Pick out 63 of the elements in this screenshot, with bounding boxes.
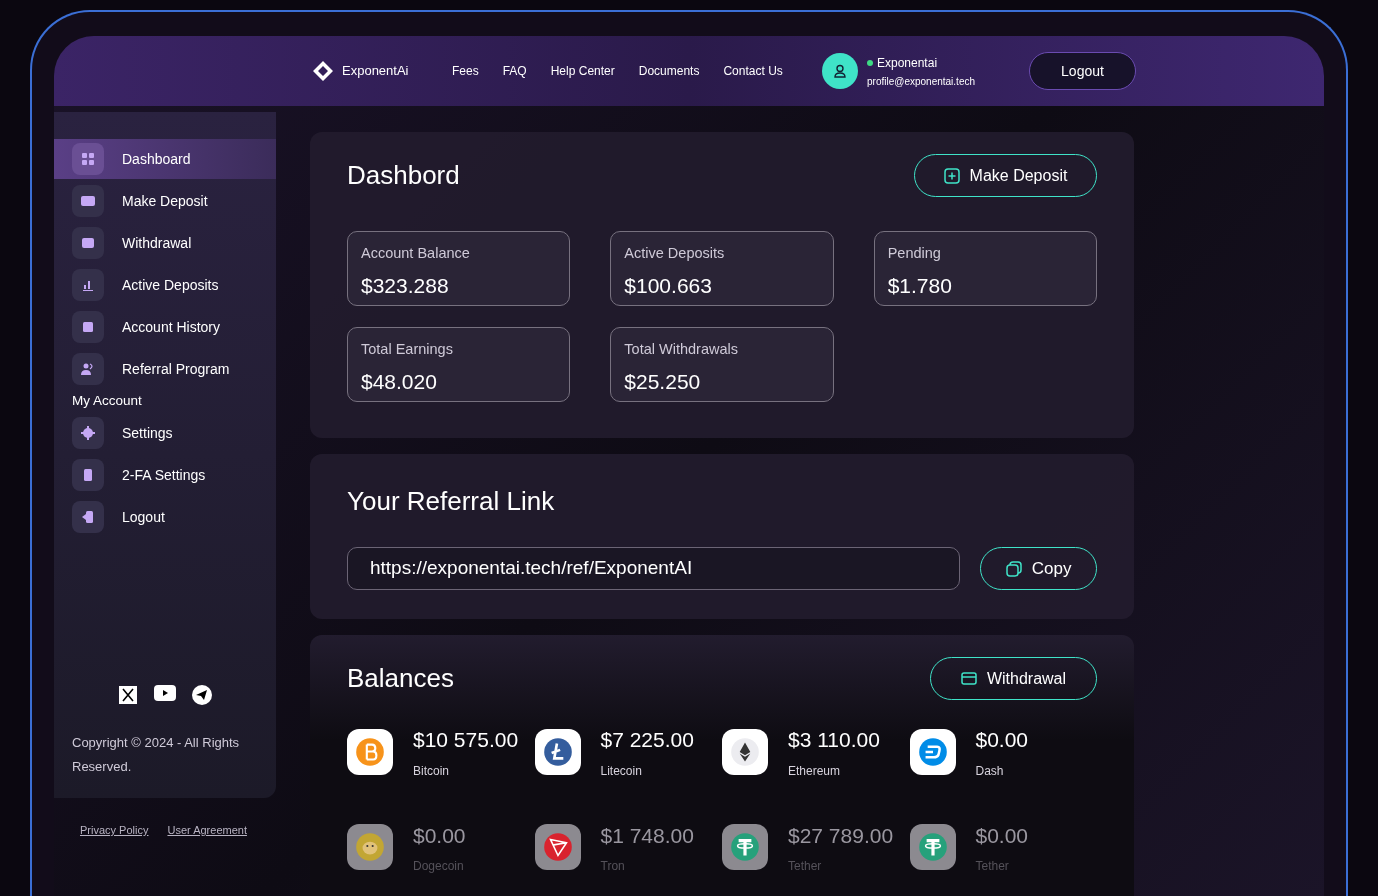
coin-amount: $7 225.00 [600,727,694,753]
sidebar-item[interactable]: Account History [54,307,276,347]
copyright-text: Copyright © 2024 - All Rights Reserved. [71,734,241,777]
card-title: Balances [347,662,454,695]
stat-value: $48.020 [361,368,438,395]
referral-link-field[interactable]: https://exponentai.tech/ref/ExponentAI [347,547,961,590]
stat-label: Total Withdrawals [624,340,739,359]
card-title: Your Referral Link [347,485,556,518]
nav-link[interactable]: Fees [452,62,479,80]
sidebar-item[interactable]: Active Deposits [54,265,276,305]
coin-amount: $3 110.00 [788,727,880,753]
logo-icon [312,60,334,82]
footer-link[interactable]: Privacy Policy [80,822,149,839]
footer-link[interactable]: User Agreement [167,822,247,839]
stat-label: Pending [887,244,942,263]
coin-name: Dash [975,762,1005,780]
stat-value: $1.780 [887,272,953,299]
coin-amount: $27 789.00 [788,822,894,849]
coin-name: Tron [600,858,626,875]
sidebar-item[interactable]: 2-FA Settings [54,455,276,496]
brand-name: ExponentAi [342,62,409,81]
sidebar-item[interactable]: Logout [54,497,276,538]
nav-link[interactable]: Help Center [550,62,615,80]
logout-button[interactable]: Logout [1029,52,1136,90]
send-icon[interactable] [192,685,212,706]
exit-icon [80,509,96,526]
coin-amount: $1 748.00 [600,822,694,849]
section-heading: My Account [71,392,143,410]
stat-label: Total Earnings [361,340,454,359]
card-title: Dashbord [347,159,460,192]
plus-square-icon [943,167,960,184]
sidebar-item[interactable]: Settings [54,413,276,454]
sidebar-item[interactable]: Dashboard [54,139,276,179]
coin-amount: $0.00 [975,727,1029,753]
grid-icon [80,151,96,167]
sidebar-item[interactable]: Make Deposit [54,181,276,221]
coin-amount: $0.00 [413,822,466,849]
coin-name: Tether [975,858,1010,875]
stat-value: $25.250 [624,368,702,395]
users-icon [80,361,96,377]
coin-name: Dogecoin [413,858,465,875]
coin-name: Tether [788,858,823,875]
nav-link[interactable]: Documents [638,62,700,80]
sidebar-item[interactable]: Referral Program [54,349,276,389]
stat-value: $323.288 [361,272,450,299]
coin-name: Ethereum [788,762,842,780]
coin-amount: $0.00 [975,822,1029,849]
nav-link[interactable]: Contact Us [723,62,783,80]
x-icon[interactable] [118,685,138,706]
user-name: Exponentai [877,54,938,72]
coin-name: Bitcoin [413,762,451,780]
user-icon [833,64,847,78]
coin-name: Litecoin [600,762,643,780]
play-icon[interactable] [154,685,176,702]
avatar[interactable] [822,53,858,89]
copy-icon [1005,560,1022,577]
stat-label: Account Balance [361,244,471,263]
user-email: profile@exponentai.tech [867,74,975,89]
coin-amount: $10 575.00 [413,727,519,753]
nav-link[interactable]: FAQ [502,62,527,80]
sidebar-item[interactable]: Withdrawal [54,223,276,263]
stat-label: Active Deposits [624,244,726,263]
stat-value: $100.663 [624,272,713,299]
